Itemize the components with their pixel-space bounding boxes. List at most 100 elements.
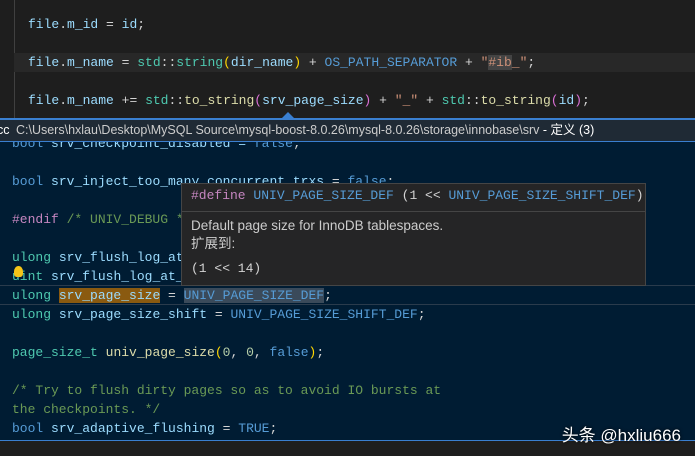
code-token: TRUE [238,421,270,436]
code-line[interactable]: the checkpoints. */ [0,400,695,419]
hover-expansion: (1 << 14) [191,261,262,276]
code-token: /* UNIV_DEBUG */ [58,212,192,227]
code-token: to_string [480,93,551,108]
code-token: ; [316,345,325,360]
code-token: UNIV_PAGE_SIZE_SHIFT_DEF [230,307,418,322]
code-line[interactable]: file.m_name += std::to_string(srv_page_s… [0,91,695,110]
code-line[interactable] [0,153,695,172]
peek-header[interactable]: cc C:\Users\hxlau\Desktop\MySQL Source\m… [0,118,695,142]
lightbulb-icon[interactable] [14,266,23,277]
divider [182,211,645,212]
code-token: ulong [12,288,52,303]
code-line[interactable]: ulong srv_page_size_shift = UNIV_PAGE_SI… [0,305,695,324]
code-token: 0 [246,345,254,360]
peek-path[interactable]: C:\Users\hxlau\Desktop\MySQL Source\mysq… [16,123,539,137]
code-token: . [59,93,68,108]
peek-title-suffix: - 定义 (3) [539,123,595,137]
code-token: #endif [12,212,59,227]
watermark: 头条 @hxliu666 [561,426,681,445]
code-token: srv_page_size [262,93,364,108]
code-token: ; [292,142,301,151]
code-token: ) [635,188,644,203]
code-token: srv_checkpoint_disabled = [43,142,254,151]
code-token: OS_PATH_SEPARATOR [324,55,458,70]
code-token: the checkpoints. */ [12,402,161,417]
expands-label: 扩展到: [191,236,236,251]
code-token: m_name [67,55,114,70]
code-line[interactable]: file.m_name = std::string(dir_name) + OS… [0,53,695,72]
code-token: ; [137,17,146,32]
code-token: = [113,55,138,70]
code-token: UNIV_PAGE_SIZE_DEF [183,288,325,303]
code-token: ( [254,93,263,108]
code-line[interactable]: page_size_t univ_page_size(0, 0, false); [0,343,695,362]
code-line[interactable]: file.m_id = id; [0,15,695,34]
code-token: ulong [12,250,52,265]
code-token: ; [269,421,278,436]
code-token: file [28,17,60,32]
code-token: = [207,307,231,322]
code-token: (1 << [401,188,449,203]
code-token: univ_page_size [105,345,215,360]
code-token: std [441,93,465,108]
code-token: + [371,93,395,108]
code-token: ; [417,307,426,322]
code-token: srv_page_size_shift [58,307,208,322]
code-token: UNIV_PAGE_SIZE_SHIFT_DEF [448,188,636,203]
code-token: id [558,93,575,108]
code-token: file [28,93,60,108]
code-token: ; [324,288,332,303]
code-token: bool [12,421,44,436]
code-token: m_id [67,17,99,32]
code-token: page_size_t [12,345,98,360]
code-token: std [145,93,169,108]
code-token: m_name [67,93,114,108]
code-token: file [28,55,60,70]
code-token: false [253,142,293,151]
code-token: #ib [488,55,512,70]
code-token: bool [12,142,44,151]
code-token: + [418,93,442,108]
code-token: false [269,345,309,360]
code-line[interactable] [0,362,695,381]
code-token: . [59,55,68,70]
code-token: = [98,17,122,32]
code-token: ) [293,55,302,70]
code-token: ( [214,345,223,360]
code-token: = [214,421,239,436]
code-token: += [113,93,146,108]
code-token: to_string [184,93,255,108]
code-token: std [137,55,161,70]
code-token: #define [191,188,246,203]
code-token: :: [160,55,177,70]
code-line[interactable]: /* Try to flush dirty pages so as to avo… [0,381,695,400]
code-token: + [301,55,325,70]
code-token: = [160,288,184,303]
code-token: id [121,17,138,32]
code-token: srv_page_size [58,288,161,303]
code-token: :: [464,93,481,108]
code-line[interactable] [0,324,695,343]
code-token: /* Try to flush dirty pages so as to avo… [12,383,442,398]
code-line[interactable]: bool srv_checkpoint_disabled = false; [0,142,695,153]
code-token: ( [223,55,231,70]
hover-tooltip: #define UNIV_PAGE_SIZE_DEF (1 << UNIV_PA… [181,183,646,286]
code-token: UNIV_PAGE_SIZE_DEF [245,188,402,203]
code-token: ) [574,93,583,108]
code-token: ulong [12,307,52,322]
code-line[interactable]: ulong srv_page_size = UNIV_PAGE_SIZE_DEF… [0,286,695,305]
code-token: ; [527,55,536,70]
code-token: ( [550,93,559,108]
code-token: bool [12,174,44,189]
code-token: srv_adaptive_flushing [51,421,215,436]
code-token: ; [582,93,590,108]
code-token: . [59,17,68,32]
file-prefix: cc [0,123,10,137]
